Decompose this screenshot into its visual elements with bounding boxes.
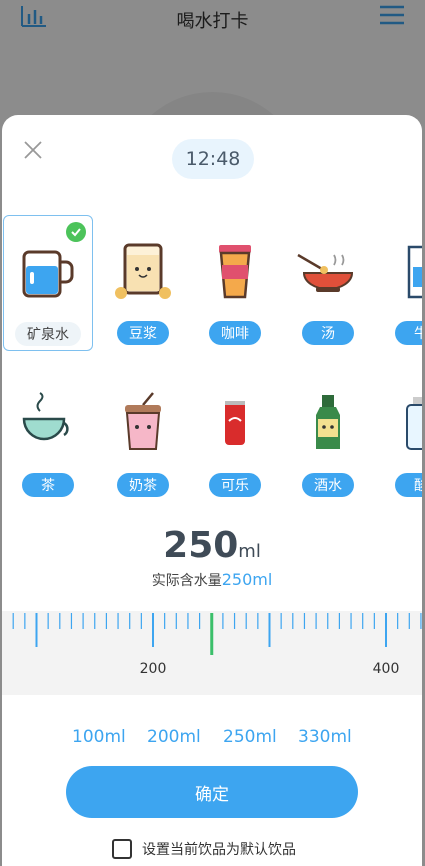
drink-label: 矿泉水 [15,322,81,346]
liquor-bottle-icon [316,395,340,449]
drink-label: 茶 [22,473,74,497]
drink-item-coffee[interactable]: 咖啡 [190,215,280,351]
actual-prefix: 实际含水量 [151,573,222,589]
ruler-ticks [12,613,422,655]
drink-item-yogurt[interactable]: 酸 [376,367,422,503]
tea-cup-icon [22,392,69,441]
quick-amount-330[interactable]: 330ml [298,727,352,747]
drink-label: 奶茶 [117,473,169,497]
milk-tea-icon [125,392,161,450]
drink-picker-sheet: 12:48 矿泉水 豆浆 咖啡 汤 牛 茶 奶茶 可乐 酒水 酸 250ml 实… [2,115,422,866]
amount-display: 250ml [2,525,422,566]
drink-label: 酸 [395,473,422,497]
amount-value: 250 [163,525,239,566]
ruler-label-200: 200 [139,661,167,677]
coffee-cup-icon [219,245,251,299]
amount-ruler-slider[interactable]: 200 400 [2,611,422,695]
time-picker[interactable]: 12:48 [172,139,254,179]
drink-label: 豆浆 [117,321,169,345]
drink-item-tea[interactable]: 茶 [3,367,93,503]
default-drink-label: 设置当前饮品为默认饮品 [142,842,296,858]
confirm-button[interactable]: 确定 [66,766,358,818]
drink-label: 咖啡 [209,321,261,345]
milk-carton-icon [407,245,422,299]
drink-item-cola[interactable]: 可乐 [190,367,280,503]
drink-item-soy-milk[interactable]: 豆浆 [98,215,188,351]
drink-label: 酒水 [302,473,354,497]
drink-item-soup[interactable]: 汤 [283,215,373,351]
default-drink-row: 设置当前饮品为默认饮品 [112,839,296,859]
check-icon [66,222,86,242]
ruler-label-400: 400 [372,661,400,677]
drink-label: 汤 [302,321,354,345]
drink-item-water[interactable]: 矿泉水 [3,215,93,351]
drink-label: 可乐 [209,473,261,497]
amount-unit: ml [238,541,261,562]
quick-amount-100[interactable]: 100ml [72,727,126,747]
drink-label: 牛 [395,321,422,345]
actual-value: 250ml [221,570,273,589]
soy-milk-icon [115,243,171,299]
actual-water-content: 实际含水量250ml [2,570,422,590]
drink-item-milk-tea[interactable]: 奶茶 [98,367,188,503]
drink-item-liquor[interactable]: 酒水 [283,367,373,503]
water-glass-icon [22,250,74,298]
quick-amount-250[interactable]: 250ml [223,727,277,747]
drink-item-milk[interactable]: 牛 [376,215,422,351]
quick-amount-200[interactable]: 200ml [147,727,201,747]
yogurt-bottle-icon [406,397,422,450]
soup-bowl-icon [297,253,354,292]
close-icon[interactable] [22,139,44,161]
cola-can-icon [225,401,245,445]
default-drink-checkbox[interactable] [112,839,132,859]
